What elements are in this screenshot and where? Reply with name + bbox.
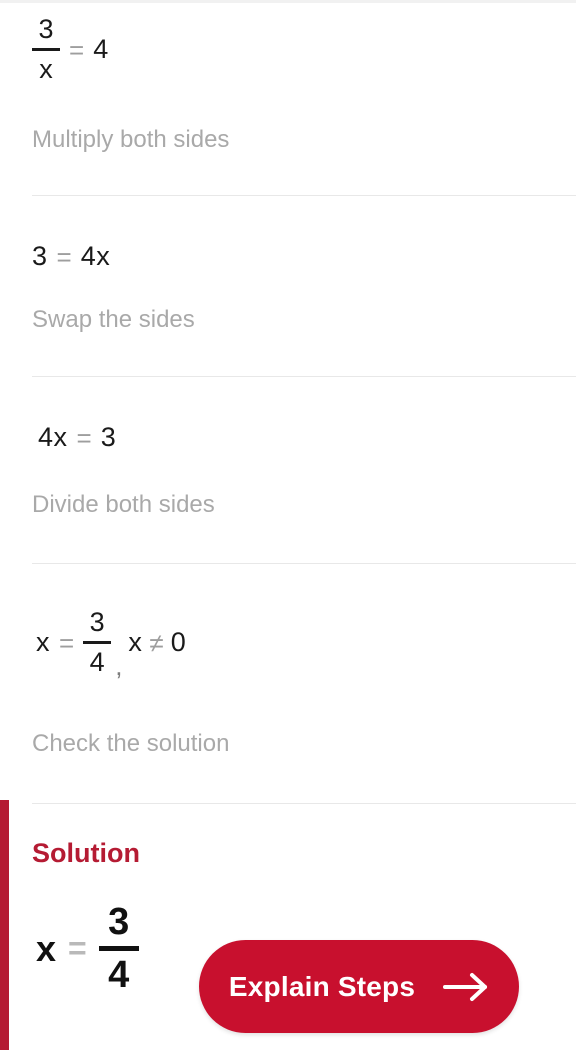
solution-heading: Solution (32, 838, 140, 868)
step-4-label: Check the solution (32, 730, 230, 757)
step-3-coefficient: 4 (38, 422, 54, 452)
step-3-label: Divide both sides (32, 491, 215, 518)
solution-variable: x (36, 927, 57, 969)
equals-operator: = (56, 241, 72, 272)
solution-steps-screen: 3 x = 4 Multiply both sides 3 = 4 x Swap… (0, 0, 576, 1050)
solution-accent-bar (0, 800, 9, 1050)
top-edge-strip (0, 0, 576, 3)
fraction-numerator: 3 (38, 14, 54, 44)
step-divider-3 (32, 563, 576, 564)
step-3-variable: x (53, 422, 68, 452)
step-2-left-side: 3 (32, 241, 48, 271)
step-2-label: Swap the sides (32, 306, 195, 333)
fraction-numerator: 3 (89, 607, 105, 637)
arrow-right-icon (443, 972, 489, 1002)
equals-operator: = (68, 930, 87, 966)
solution-equation: x = 3 4 (36, 903, 139, 994)
fraction-denominator: x (39, 54, 53, 84)
step-2-coefficient: 4 (80, 241, 97, 271)
explain-steps-button[interactable]: Explain Steps (199, 940, 519, 1033)
step-1-right-side: 4 (93, 34, 109, 64)
explain-steps-label: Explain Steps (228, 970, 416, 1002)
step-2-equation: 3 = 4 x (32, 243, 110, 270)
equals-operator: = (59, 627, 75, 658)
step-divider-1 (32, 195, 576, 196)
fraction-denominator: 4 (108, 954, 130, 996)
step-1-label: Multiply both sides (32, 126, 230, 153)
constraint-variable: x (128, 627, 143, 657)
not-equals-operator: ≠ (149, 627, 164, 658)
step-divider-2 (32, 376, 576, 377)
equals-operator: = (69, 34, 85, 65)
separator-comma: , (115, 651, 123, 681)
fraction-denominator: 4 (89, 647, 105, 677)
fraction-3-over-4: 3 4 (83, 607, 112, 677)
solution-section: Solution x = 3 4 Explain Steps (0, 800, 576, 1050)
step-3-right-side: 3 (100, 422, 117, 452)
fraction-bar (32, 48, 60, 51)
fraction-bar (83, 641, 112, 644)
step-1-equation: 3 x = 4 (32, 15, 109, 84)
fraction-bar (98, 946, 139, 951)
constraint-value: 0 (170, 627, 187, 657)
solution-fraction: 3 4 (98, 901, 139, 996)
fraction-3-over-x: 3 x (32, 15, 60, 84)
step-2-variable: x (96, 241, 111, 271)
fraction-numerator: 3 (108, 901, 130, 943)
equals-operator: = (76, 422, 92, 453)
step-3-equation: 4 x = 3 (38, 424, 116, 451)
step-4-variable: x (36, 627, 50, 657)
step-4-equation: x = 3 4 , x ≠ 0 (36, 607, 187, 681)
